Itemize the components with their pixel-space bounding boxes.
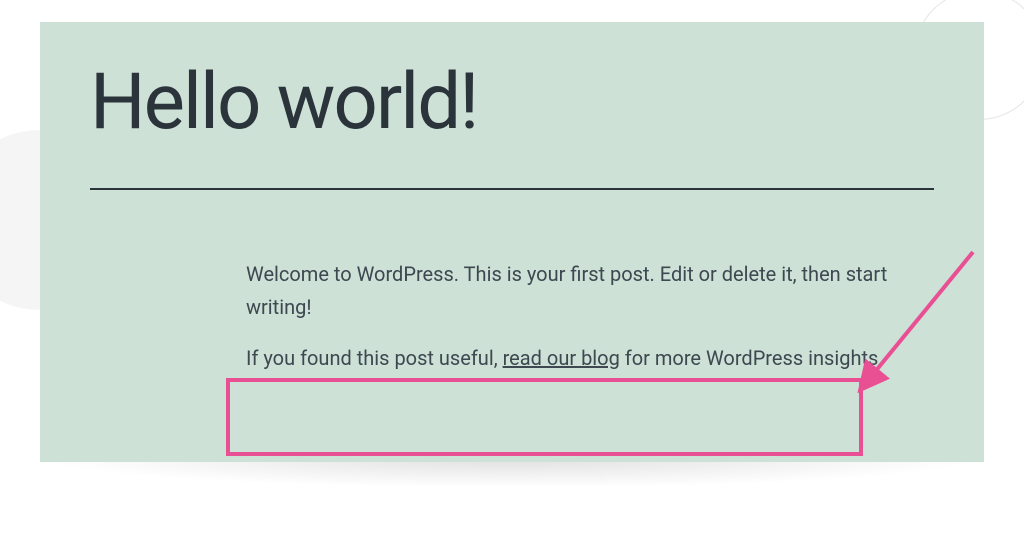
read-blog-link[interactable]: read our blog	[503, 346, 620, 370]
post-title: Hello world!	[40, 22, 984, 146]
post-paragraph-1: Welcome to WordPress. This is your first…	[246, 258, 924, 324]
post-body: Welcome to WordPress. This is your first…	[246, 258, 924, 375]
paragraph2-before: If you found this post useful,	[246, 346, 503, 370]
post-card: Hello world! Welcome to WordPress. This …	[40, 22, 984, 462]
paragraph2-after: for more WordPress insights.	[620, 346, 884, 370]
card-shadow	[40, 458, 984, 488]
title-divider	[90, 188, 934, 190]
post-paragraph-2: If you found this post useful, read our …	[246, 342, 924, 375]
